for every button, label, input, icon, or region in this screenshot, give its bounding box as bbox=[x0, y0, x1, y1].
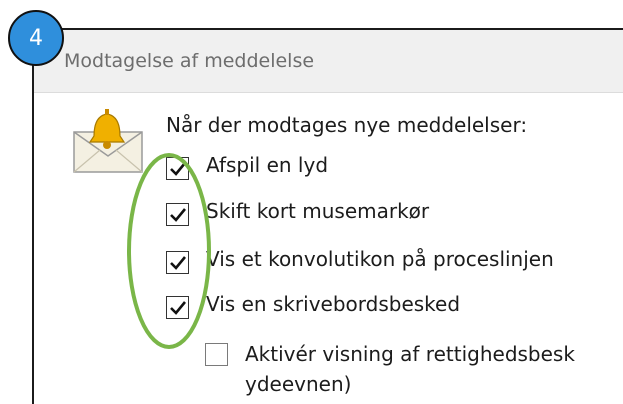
play-sound-checkbox[interactable] bbox=[166, 157, 189, 180]
section-header: Modtagelse af meddelelse bbox=[34, 30, 623, 93]
rights-preview-label-line1: Aktivér visning af rettighedsbesk bbox=[245, 342, 575, 366]
checkmark-icon bbox=[169, 300, 186, 315]
rights-preview-label-line2: ydeevnen) bbox=[245, 372, 352, 396]
taskbar-envelope-checkbox[interactable] bbox=[166, 251, 189, 274]
rights-preview-checkbox[interactable] bbox=[205, 343, 228, 366]
bell-envelope-icon bbox=[72, 104, 152, 178]
step-number-badge: 4 bbox=[8, 10, 64, 66]
play-sound-label: Afspil en lyd bbox=[206, 153, 329, 177]
checkmark-icon bbox=[169, 255, 186, 270]
change-cursor-checkbox[interactable] bbox=[166, 203, 189, 226]
desktop-alert-checkbox[interactable] bbox=[166, 296, 189, 319]
rights-preview-label: Aktivér visning af rettighedsbesk ydeevn… bbox=[245, 339, 575, 399]
desktop-alert-label: Vis en skrivebordsbesked bbox=[206, 292, 461, 316]
change-cursor-label: Skift kort musemarkør bbox=[206, 199, 430, 223]
new-message-intro-label: Når der modtages nye meddelelser: bbox=[166, 113, 528, 137]
checkmark-icon bbox=[169, 161, 186, 176]
taskbar-envelope-label: Vis et konvolutikon på proceslinjen bbox=[206, 247, 554, 271]
section-title: Modtagelse af meddelelse bbox=[64, 50, 315, 72]
checkmark-icon bbox=[169, 207, 186, 222]
